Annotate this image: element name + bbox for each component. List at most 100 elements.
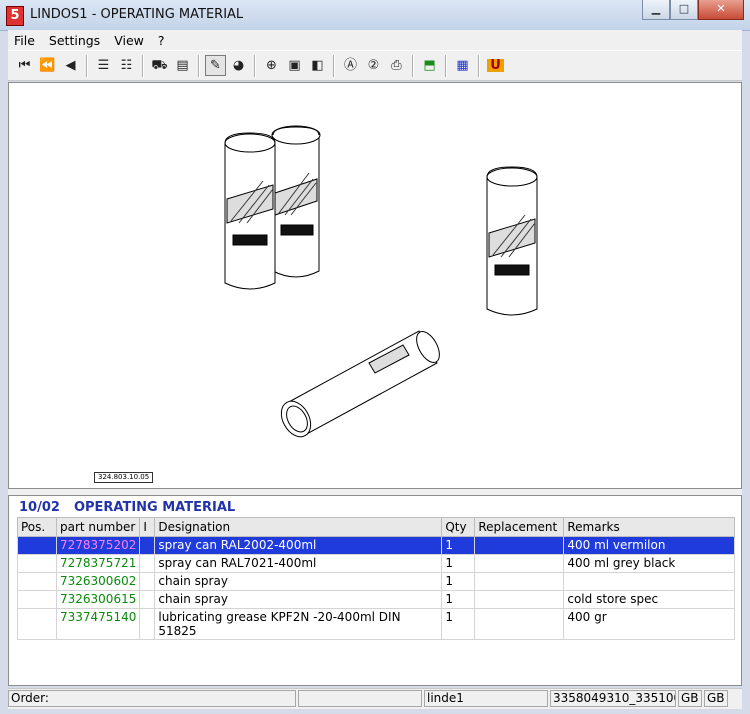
table-row[interactable]: 7278375721 spray can RAL7021-400ml 1 400 ml… bbox=[17, 554, 735, 573]
row-remarks: 400 gr bbox=[563, 608, 735, 640]
row-i bbox=[139, 572, 156, 591]
parts-table: Pos. part number I Designation Qty Repla… bbox=[17, 517, 735, 640]
toolbar-separator bbox=[254, 54, 256, 77]
table-row[interactable]: 7326300602 chain spray 1 bbox=[17, 572, 735, 591]
menu-settings[interactable]: Settings bbox=[43, 33, 108, 48]
globe-button[interactable]: ◕ bbox=[228, 55, 249, 76]
row-i bbox=[139, 590, 156, 609]
title-bar: 5 LINDOS1 - OPERATING MATERIAL ▁ □ ✕ bbox=[0, 0, 750, 31]
fast-back-icon: ⏪ bbox=[39, 58, 56, 73]
row-designation: spray can RAL2002-400ml bbox=[154, 536, 443, 555]
status-bar: Order: linde1 3358049310_3351002 GB GB bbox=[8, 688, 742, 709]
col-i[interactable]: I bbox=[139, 517, 156, 537]
toolbar-separator bbox=[142, 54, 144, 77]
spray-can-right bbox=[486, 166, 538, 316]
toolbar-separator bbox=[412, 54, 414, 77]
first-page-icon: ⏮ bbox=[18, 58, 31, 73]
row-pos bbox=[17, 608, 57, 640]
unit-icon: U bbox=[487, 59, 504, 72]
export-icon: ⬒ bbox=[423, 58, 436, 73]
row-pos bbox=[17, 554, 57, 573]
search-a-button[interactable]: Ⓐ bbox=[340, 55, 361, 76]
close-button[interactable]: ✕ bbox=[698, 0, 744, 20]
toolbar-separator bbox=[333, 54, 335, 77]
maximize-button[interactable]: □ bbox=[670, 0, 698, 20]
print-icon: ⎙ bbox=[391, 58, 402, 73]
row-part-number: 7278375721 bbox=[55, 554, 141, 573]
export-button[interactable]: ⬒ bbox=[419, 55, 440, 76]
fast-back-button[interactable]: ⏪ bbox=[37, 55, 58, 76]
unit-button[interactable]: U bbox=[485, 55, 506, 76]
parts-list-panel: 10/02 OPERATING MATERIAL Pos. part number… bbox=[8, 495, 742, 686]
col-replacement[interactable]: Replacement bbox=[474, 517, 565, 537]
order-form-button[interactable]: ▤ bbox=[172, 55, 193, 76]
next-list-icon: ☷ bbox=[120, 58, 133, 73]
row-designation: lubricating grease KPF2N -20-400ml DIN 5… bbox=[154, 608, 443, 640]
back-icon: ◀ bbox=[65, 58, 76, 73]
row-pos bbox=[17, 590, 57, 609]
drawing-reference: 324.803.10.05 bbox=[94, 472, 154, 483]
toolbar-separator bbox=[198, 54, 200, 77]
back-button[interactable]: ◀ bbox=[60, 55, 81, 76]
toolbar-separator bbox=[445, 54, 447, 77]
cart-button[interactable]: ⛟ bbox=[149, 55, 170, 76]
row-designation: chain spray bbox=[154, 590, 443, 609]
prev-list-button[interactable]: ☰ bbox=[93, 55, 114, 76]
table-row[interactable]: 7278375202 spray can RAL2002-400ml 1 400 ml… bbox=[17, 536, 735, 555]
col-designation[interactable]: Designation bbox=[154, 517, 443, 537]
row-designation: spray can RAL7021-400ml bbox=[154, 554, 443, 573]
row-part-number: 7326300602 bbox=[55, 572, 141, 591]
col-part-number[interactable]: part number bbox=[55, 517, 141, 537]
zoom-button[interactable]: ⊕ bbox=[261, 55, 282, 76]
lindos-app-icon[interactable]: 5 bbox=[6, 6, 24, 26]
menu-view[interactable]: View bbox=[108, 33, 152, 48]
group-number: 10/02 bbox=[19, 500, 60, 515]
status-empty bbox=[298, 690, 422, 707]
row-replacement bbox=[474, 608, 565, 640]
minimize-icon: ▁ bbox=[651, 2, 661, 15]
search-2-icon: ② bbox=[367, 58, 380, 73]
row-pos bbox=[17, 572, 57, 591]
row-qty: 1 bbox=[441, 608, 476, 640]
menu-file[interactable]: File bbox=[8, 33, 43, 48]
row-remarks: 400 ml grey black bbox=[563, 554, 735, 573]
row-remarks bbox=[563, 572, 735, 591]
print-button[interactable]: ⎙ bbox=[386, 55, 407, 76]
status-user: linde1 bbox=[424, 690, 548, 707]
page-button[interactable]: ▣ bbox=[284, 55, 305, 76]
status-order: Order: bbox=[8, 690, 296, 707]
page-icon: ▣ bbox=[288, 58, 301, 73]
cart-icon: ⛟ bbox=[151, 58, 168, 73]
first-page-button[interactable]: ⏮ bbox=[14, 55, 35, 76]
grease-cartridge bbox=[280, 330, 440, 438]
minimize-button[interactable]: ▁ bbox=[642, 0, 670, 20]
group-title: OPERATING MATERIAL bbox=[73, 500, 236, 515]
col-pos[interactable]: Pos. bbox=[17, 517, 57, 537]
row-i bbox=[139, 608, 156, 640]
row-remarks: cold store spec bbox=[563, 590, 735, 609]
row-qty: 1 bbox=[441, 572, 476, 591]
col-qty[interactable]: Qty bbox=[441, 517, 476, 537]
window-title: LINDOS1 - OPERATING MATERIAL bbox=[30, 7, 244, 22]
page-fit-button[interactable]: ◧ bbox=[307, 55, 328, 76]
close-icon: ✕ bbox=[716, 2, 726, 15]
toolbar: ⏮ ⏪ ◀ ☰ ☷ ⛟ ▤ ✎ ◕ ⊕ ▣ ◧ Ⓐ ② ⎙ ⬒ ▦ U bbox=[8, 50, 742, 81]
row-qty: 1 bbox=[441, 536, 476, 555]
spray-can-back bbox=[271, 125, 321, 278]
zoom-icon: ⊕ bbox=[266, 58, 277, 73]
col-remarks[interactable]: Remarks bbox=[563, 517, 735, 537]
search-2-button[interactable]: ② bbox=[363, 55, 384, 76]
status-lang-1: GB bbox=[678, 690, 702, 707]
pointer-tool-button[interactable]: ✎ bbox=[205, 55, 226, 76]
table-row[interactable]: 7326300615 chain spray 1 cold store spec bbox=[17, 590, 735, 609]
menu-help[interactable]: ? bbox=[152, 33, 173, 48]
row-qty: 1 bbox=[441, 554, 476, 573]
table-row[interactable]: 7337475140 lubricating grease KPF2N -20-4… bbox=[17, 608, 735, 640]
toolbar-separator bbox=[86, 54, 88, 77]
maximize-icon: □ bbox=[678, 2, 690, 15]
prev-list-icon: ☰ bbox=[97, 58, 110, 73]
next-list-button[interactable]: ☷ bbox=[116, 55, 137, 76]
toolbar-separator bbox=[478, 54, 480, 77]
select-icon: ▦ bbox=[456, 58, 469, 73]
select-button[interactable]: ▦ bbox=[452, 55, 473, 76]
